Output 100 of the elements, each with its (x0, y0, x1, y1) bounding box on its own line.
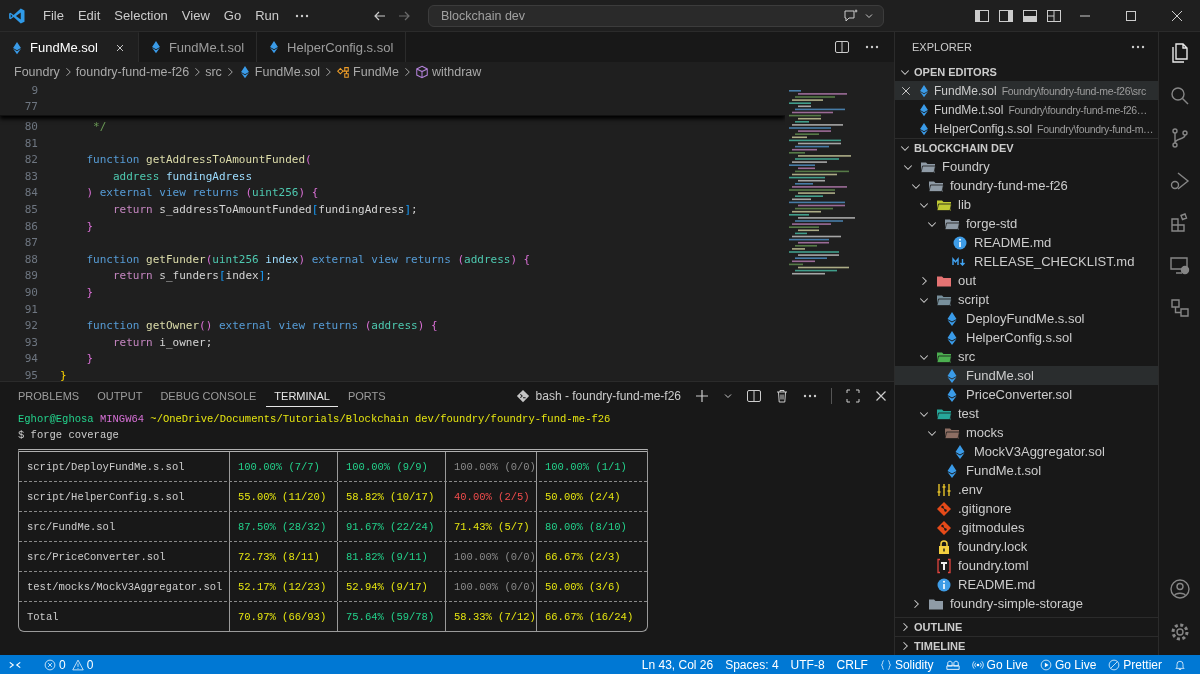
coverage-value: 81.82% (9/11) (337, 542, 445, 571)
layout-icon[interactable] (1046, 7, 1062, 24)
coverage-value: 71.43% (5/7) (445, 512, 536, 541)
tree-item[interactable]: PriceConverter.sol (895, 385, 1158, 404)
section-header[interactable]: OUTLINE (895, 617, 1158, 636)
tree-item[interactable]: .env (895, 480, 1158, 499)
menu-item[interactable]: Go (216, 8, 249, 23)
tree-item[interactable]: forge-std (895, 214, 1158, 233)
code-line: address fundingAdress (111, 169, 253, 183)
panel-toggle-icon[interactable] (1022, 7, 1038, 24)
terminal-icon (515, 388, 530, 403)
tree-item[interactable]: src (895, 347, 1158, 366)
coverage-value: 58.33% (7/12) (445, 602, 536, 631)
menu-item[interactable]: Run (248, 8, 286, 23)
open-editor-item[interactable]: HelperConfig.s.sol Foundry\foundry-fund-m… (895, 119, 1158, 138)
breadcrumb-item[interactable]: FundMe.sol (237, 65, 321, 79)
menu-item[interactable]: Edit (70, 8, 108, 23)
status-item[interactable]: Ln 43, Col 26 (635, 657, 720, 672)
panel-tab[interactable]: OUTPUT (89, 384, 151, 407)
menu-item[interactable]: View (174, 8, 217, 23)
status-item[interactable]: Solidity (873, 657, 940, 672)
tree-item[interactable]: foundry-fund-me-f26 (895, 176, 1158, 195)
code-line: function getFunder(uint256 index) external view returns (address) { (85, 252, 531, 266)
panel-tab[interactable]: TERMINAL (266, 384, 338, 407)
terminal-selector[interactable]: bash - foundry-fund-me-f26 (515, 388, 681, 403)
tree-item[interactable]: foundry.toml (895, 556, 1158, 575)
coverage-file: Total (26, 609, 60, 625)
sidebar-right-toggle-icon[interactable] (998, 7, 1014, 24)
section-header[interactable]: BLOCKCHAIN DEV (895, 138, 1158, 157)
terminal-command: $ forge coverage (18, 429, 119, 441)
split-editor-icon[interactable] (834, 39, 850, 55)
tree-item[interactable]: .gitmodules (895, 518, 1158, 537)
status-item[interactable]: Go Live (1033, 657, 1103, 672)
tree-item[interactable]: .gitignore (895, 499, 1158, 518)
plus-icon[interactable] (694, 387, 710, 404)
sidebar-left-toggle-icon[interactable] (974, 7, 990, 24)
lock-icon (936, 538, 952, 555)
panel-tab[interactable]: DEBUG CONSOLE (152, 384, 265, 407)
line-number: 90 (23, 285, 38, 299)
breadcrumb-item[interactable]: Foundry (14, 65, 60, 79)
coverage-value: 66.67% (16/24) (536, 602, 645, 631)
code-line: function getOwner() external view returns (address) { (85, 319, 438, 333)
status-item[interactable]: Go Live (965, 657, 1034, 672)
tree-item[interactable]: README.md (895, 575, 1158, 594)
tree-item[interactable]: script (895, 290, 1158, 309)
breadcrumb-item[interactable]: foundry-fund-me-f26 (75, 65, 190, 79)
tree-item[interactable]: README.md (895, 233, 1158, 252)
tree-item[interactable]: RELEASE_CHECKLIST.md (895, 252, 1158, 271)
trash-icon[interactable] (774, 387, 790, 404)
status-item[interactable]: CRLF (830, 657, 874, 672)
tree-item[interactable]: out (895, 271, 1158, 290)
problems-button[interactable]: 0 0 (38, 657, 103, 672)
editor-tab[interactable]: FundMe.sol (0, 32, 139, 62)
command-center-search[interactable]: Blockchain dev (428, 4, 884, 27)
line-number: 84 (23, 186, 38, 200)
tree-item[interactable]: HelperConfig.s.sol (895, 328, 1158, 347)
chat-icon[interactable] (843, 7, 859, 24)
tree-item[interactable]: foundry.lock (895, 537, 1158, 556)
code-line: } (85, 285, 94, 299)
tree-item[interactable]: FundMe.t.sol (895, 461, 1158, 480)
breadcrumb-item[interactable]: FundMe (336, 65, 399, 79)
warning-icon (71, 658, 84, 671)
menu-item[interactable]: Selection (107, 8, 175, 23)
code-line: } (60, 368, 67, 381)
tree-item[interactable]: DeployFundMe.s.sol (895, 309, 1158, 328)
breadcrumb-item[interactable]: withdraw (414, 65, 482, 79)
maximize-panel-icon[interactable] (845, 387, 861, 404)
coverage-file: src/FundMe.sol (26, 519, 117, 535)
menu-item[interactable]: File (36, 8, 71, 23)
tree-item[interactable]: mocks (895, 423, 1158, 442)
open-editor-item[interactable]: FundMe.sol Foundry\foundry-fund-me-f26\src (895, 81, 1158, 100)
code-line: */ (92, 120, 107, 133)
tree-item[interactable]: foundry-simple-storage (895, 594, 1158, 613)
account-icon[interactable] (1167, 577, 1192, 602)
tree-item[interactable]: Foundry (895, 157, 1158, 176)
coverage-value: 52.17% (12/23) (229, 572, 337, 601)
split-terminal-icon[interactable] (746, 387, 762, 404)
tree-item[interactable]: FundMe.sol (895, 366, 1158, 385)
close-icon[interactable] (900, 84, 912, 97)
status-item[interactable]: Spaces: 4 (719, 657, 785, 672)
coverage-value: 40.00% (2/5) (445, 482, 536, 511)
status-item[interactable]: Prettier (1102, 657, 1168, 672)
coverage-file: test/mocks/MockV3Aggregator.sol (26, 579, 224, 595)
section-header[interactable]: OPEN EDITORS (895, 62, 1158, 81)
git-icon (936, 519, 952, 536)
coverage-value: 72.73% (8/11) (229, 542, 337, 571)
tree-item[interactable]: lib (895, 195, 1158, 214)
tree-item[interactable]: test (895, 404, 1158, 423)
class-icon (336, 65, 351, 79)
panel-tab[interactable]: PROBLEMS (10, 384, 88, 407)
coverage-value: 100.00% (7/7) (229, 452, 337, 481)
bracket-icon (936, 557, 952, 574)
coverage-file: script/DeployFundMe.s.sol (26, 459, 186, 475)
prompt-path: ~/OneDrive/Documents/Tutorials/Blockchain dev/foundry/foundry-fund-me-f26 (150, 413, 611, 425)
panel-tab[interactable]: PORTS (339, 384, 394, 407)
line-number: 88 (23, 252, 38, 266)
status-item[interactable]: UTF-8 (784, 657, 831, 672)
tree-item[interactable]: MockV3Aggregator.sol (895, 442, 1158, 461)
breadcrumb-item[interactable]: src (205, 65, 222, 79)
open-editor-item[interactable]: FundMe.t.sol Foundry\foundry-fund-me-f26… (895, 100, 1158, 119)
